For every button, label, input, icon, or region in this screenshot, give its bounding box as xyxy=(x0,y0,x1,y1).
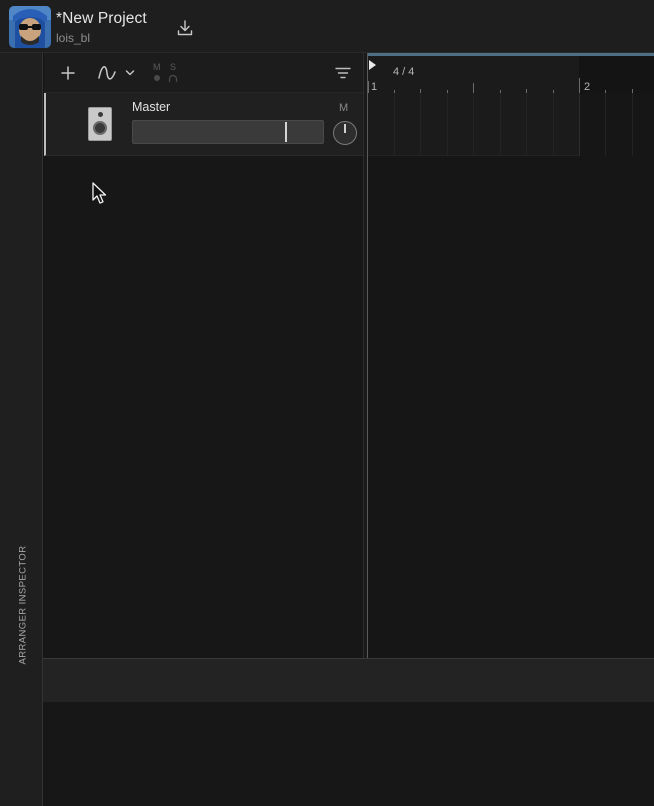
mute-button[interactable]: M xyxy=(339,102,348,114)
download-icon[interactable] xyxy=(175,18,195,38)
add-track-button[interactable] xyxy=(58,63,78,83)
user-avatar[interactable] xyxy=(9,6,51,48)
bottom-panel-header[interactable] xyxy=(43,658,654,702)
automation-button[interactable] xyxy=(96,63,118,83)
arrangement-timeline[interactable]: 4 / 4 1 2 xyxy=(367,53,654,658)
track-name: Master xyxy=(132,100,171,114)
playhead-marker-icon[interactable] xyxy=(369,60,376,70)
track-toolbar: M S xyxy=(44,53,363,93)
bottom-panel xyxy=(43,702,654,806)
bar-number-1: 1 xyxy=(371,81,378,93)
track-header-panel: M S Master M xyxy=(44,53,363,658)
automation-curve-icon xyxy=(98,66,116,80)
project-username: lois_bl xyxy=(56,31,91,45)
plus-icon xyxy=(61,66,75,80)
track-lane-master[interactable] xyxy=(368,93,654,156)
arranger-inspector-toggle[interactable]: ARRANGER INSPECTOR xyxy=(18,546,29,665)
automation-dropdown-button[interactable] xyxy=(122,65,138,81)
volume-slider[interactable] xyxy=(132,120,324,144)
track-row-master[interactable]: Master M xyxy=(44,93,363,156)
mouse-cursor-icon xyxy=(92,182,107,204)
track-filter-button[interactable] xyxy=(334,65,352,81)
chevron-down-icon xyxy=(125,70,135,76)
solo-indicator-label: S xyxy=(170,62,177,72)
filter-icon xyxy=(335,67,351,79)
mute-solo-indicators: M S xyxy=(151,62,181,84)
speaker-icon xyxy=(88,107,112,141)
timeline-ruler[interactable]: 4 / 4 1 2 xyxy=(368,56,654,94)
volume-slider-handle[interactable] xyxy=(285,122,287,142)
bar-number-2: 2 xyxy=(584,81,591,93)
arranger-inspector-strip: ARRANGER INSPECTOR xyxy=(0,53,43,806)
project-title[interactable]: *New Project xyxy=(56,10,147,28)
headphones-icon xyxy=(168,74,178,82)
mute-indicator-label: M xyxy=(153,62,161,72)
record-dot-icon xyxy=(154,75,160,81)
project-header: *New Project lois_bl xyxy=(0,0,654,53)
pan-knob[interactable] xyxy=(333,121,357,145)
time-signature[interactable]: 4 / 4 xyxy=(393,66,414,78)
